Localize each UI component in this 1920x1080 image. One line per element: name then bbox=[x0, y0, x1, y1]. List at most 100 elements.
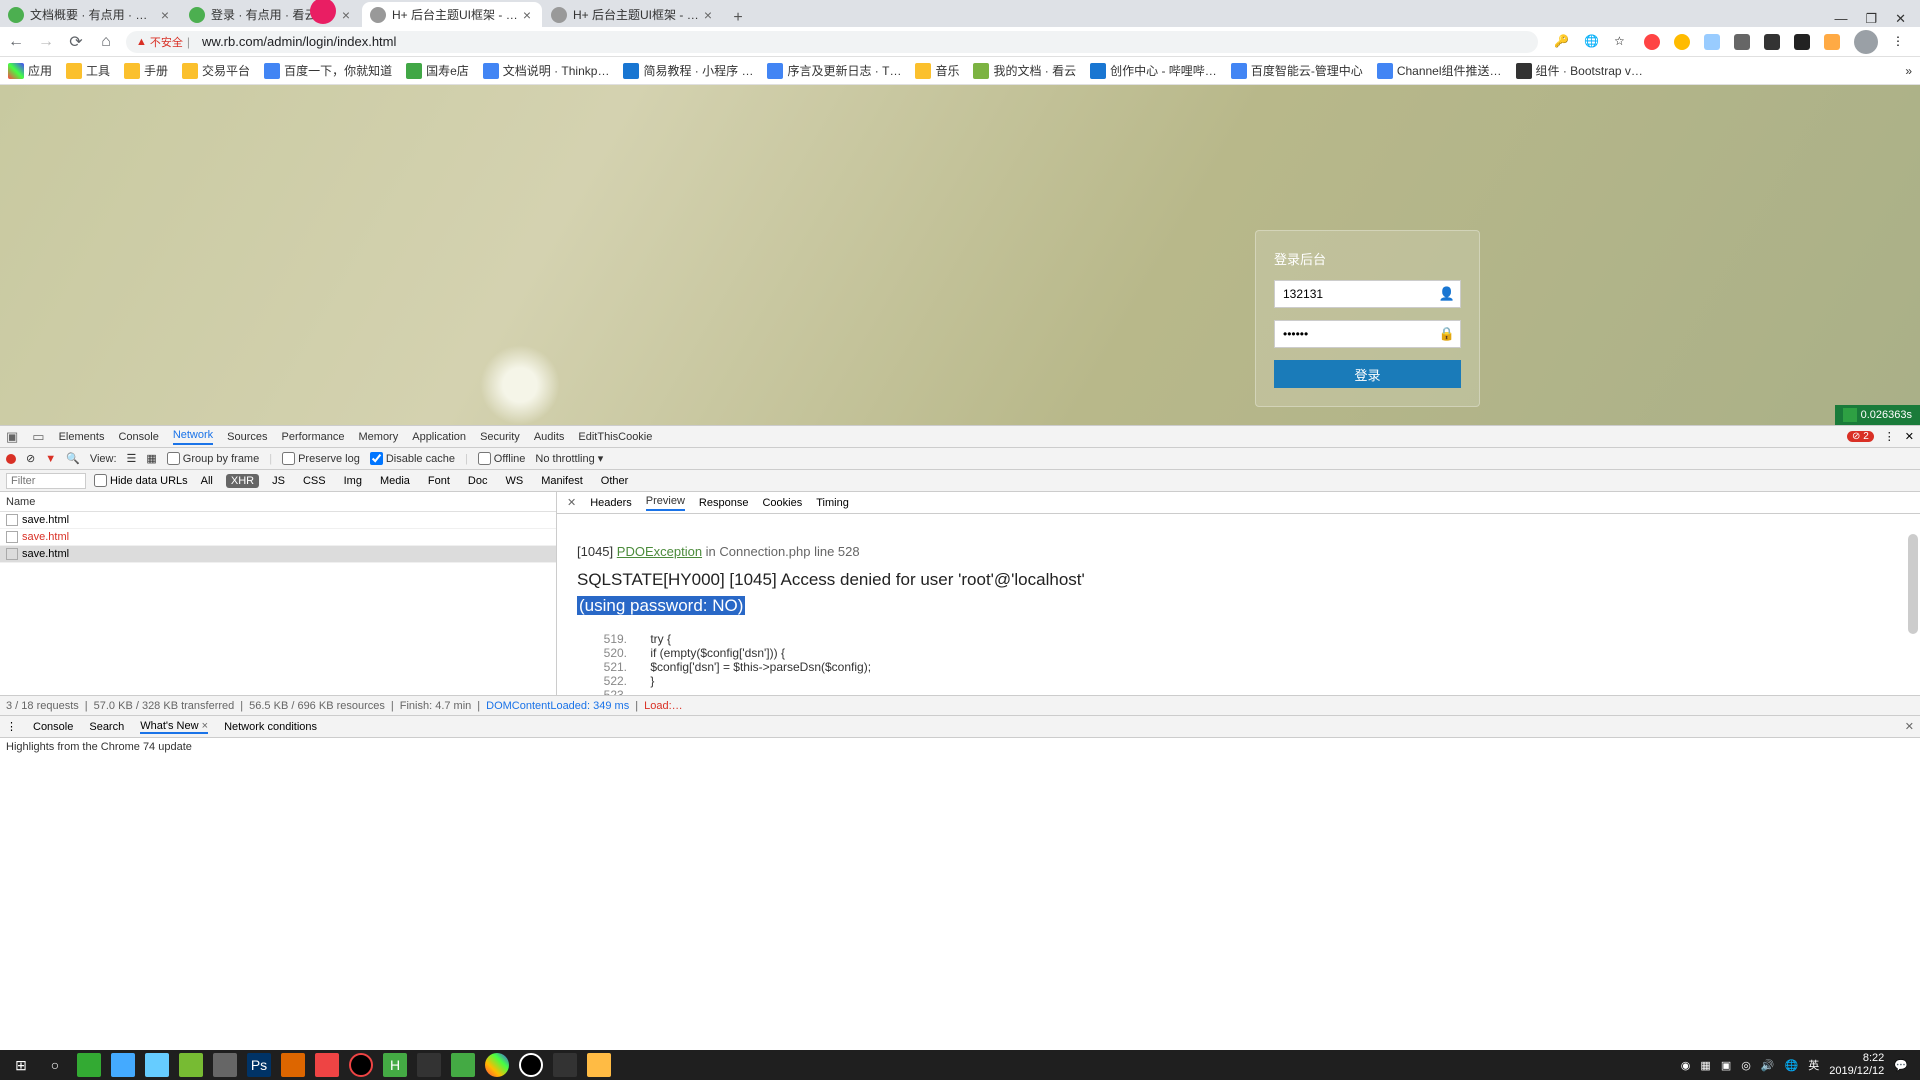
browser-tab-0[interactable]: 文档概要 · 有点用 · 看云× bbox=[0, 2, 180, 27]
close-icon[interactable]: × bbox=[701, 8, 715, 22]
ime-indicator[interactable]: 英 bbox=[1808, 1057, 1819, 1073]
filter-toggle-icon[interactable]: ▼ bbox=[45, 453, 56, 465]
taskbar-app-icon[interactable] bbox=[315, 1053, 339, 1077]
minimize-button[interactable]: — bbox=[1834, 11, 1847, 27]
drawer-menu-icon[interactable]: ⋮ bbox=[6, 720, 17, 733]
detail-tab-headers[interactable]: Headers bbox=[590, 497, 632, 509]
notification-icon[interactable]: 💬 bbox=[1894, 1059, 1908, 1072]
explorer-icon[interactable] bbox=[587, 1053, 611, 1077]
bookmark-item[interactable]: 音乐 bbox=[915, 62, 959, 79]
key-icon[interactable]: 🔑 bbox=[1554, 34, 1570, 50]
search-icon[interactable]: 🔍 bbox=[66, 452, 80, 465]
drawer-tab-console[interactable]: Console bbox=[33, 721, 73, 733]
filter-input[interactable] bbox=[6, 473, 86, 489]
devtools-tab-editthiscookie[interactable]: EditThisCookie bbox=[578, 431, 652, 443]
tray-wechat-icon[interactable]: ◎ bbox=[1741, 1059, 1751, 1072]
password-input[interactable] bbox=[1274, 320, 1461, 348]
insecure-badge[interactable]: ▲不安全 bbox=[136, 34, 183, 50]
filter-type-media[interactable]: Media bbox=[375, 474, 415, 488]
filter-type-doc[interactable]: Doc bbox=[463, 474, 493, 488]
bookmark-item[interactable]: 百度一下，你就知道 bbox=[264, 62, 392, 79]
detail-tab-timing[interactable]: Timing bbox=[816, 497, 849, 509]
devtools-tab-network[interactable]: Network bbox=[173, 429, 213, 445]
taskbar-app-icon[interactable] bbox=[281, 1053, 305, 1077]
bookmark-item[interactable]: 交易平台 bbox=[182, 62, 250, 79]
close-icon[interactable]: × bbox=[202, 720, 208, 732]
filter-type-other[interactable]: Other bbox=[596, 474, 634, 488]
preserve-log-checkbox[interactable]: Preserve log bbox=[282, 452, 360, 465]
request-row[interactable]: save.html bbox=[0, 546, 556, 563]
cortana-icon[interactable]: ○ bbox=[43, 1053, 67, 1077]
username-input[interactable] bbox=[1274, 280, 1461, 308]
reload-button[interactable]: ⟳ bbox=[66, 32, 86, 52]
view-screenshots-icon[interactable]: ▦ bbox=[146, 452, 156, 465]
filter-type-all[interactable]: All bbox=[196, 474, 218, 488]
detail-tab-cookies[interactable]: Cookies bbox=[762, 497, 802, 509]
filter-type-js[interactable]: JS bbox=[267, 474, 290, 488]
devtools-tab-application[interactable]: Application bbox=[412, 431, 466, 443]
drawer-tab-network-conditions[interactable]: Network conditions bbox=[224, 721, 317, 733]
close-window-button[interactable]: ✕ bbox=[1895, 11, 1906, 27]
ext3-icon[interactable] bbox=[1704, 34, 1720, 50]
close-icon[interactable]: × bbox=[520, 8, 534, 22]
devtools-tab-console[interactable]: Console bbox=[118, 431, 158, 443]
bookmarks-overflow-button[interactable]: » bbox=[1905, 64, 1912, 78]
bookmark-star-icon[interactable]: ☆ bbox=[1614, 34, 1630, 50]
filter-type-ws[interactable]: WS bbox=[500, 474, 528, 488]
tray-network-icon[interactable]: 🌐 bbox=[1785, 1059, 1799, 1072]
preview-pane[interactable]: [1045] PDOException in Connection.php li… bbox=[557, 514, 1920, 695]
filter-type-css[interactable]: CSS bbox=[298, 474, 331, 488]
wechat-icon[interactable] bbox=[451, 1053, 475, 1077]
bookmark-item[interactable]: 简易教程 · 小程序 … bbox=[623, 62, 753, 79]
bookmark-item[interactable]: 组件 · Bootstrap v… bbox=[1516, 62, 1643, 79]
taskbar-app-icon[interactable]: H bbox=[383, 1053, 407, 1077]
clear-button[interactable]: ⊘ bbox=[26, 452, 35, 465]
filter-type-font[interactable]: Font bbox=[423, 474, 455, 488]
taskbar-app-icon[interactable] bbox=[213, 1053, 237, 1077]
error-count-badge[interactable]: ⊘ 2 bbox=[1847, 431, 1874, 442]
taskbar-app-icon[interactable] bbox=[179, 1053, 203, 1077]
ext1-icon[interactable] bbox=[1644, 34, 1660, 50]
devtools-tab-elements[interactable]: Elements bbox=[59, 431, 105, 443]
browser-tab-2[interactable]: H+ 后台主题UI框架 - 登录× bbox=[362, 2, 542, 27]
ext4-icon[interactable] bbox=[1734, 34, 1750, 50]
ext6-icon[interactable] bbox=[1794, 34, 1810, 50]
group-by-frame-checkbox[interactable]: Group by frame bbox=[167, 452, 259, 465]
drawer-tab-whatsnew[interactable]: What's New × bbox=[140, 720, 208, 734]
url-input[interactable]: ▲不安全 | ww.rb.com/admin/login/index.html bbox=[126, 31, 1538, 53]
close-icon[interactable]: × bbox=[158, 8, 172, 22]
profile-avatar-icon[interactable] bbox=[1854, 30, 1878, 54]
browser-tab-3[interactable]: H+ 后台主题UI框架 - 登录× bbox=[543, 2, 723, 27]
start-button[interactable]: ⊞ bbox=[9, 1053, 33, 1077]
inspect-element-icon[interactable]: ▣ bbox=[6, 429, 18, 445]
bookmark-item[interactable]: 文档说明 · Thinkp… bbox=[483, 62, 610, 79]
tray-icon[interactable]: ▣ bbox=[1721, 1059, 1731, 1072]
detail-tab-response[interactable]: Response bbox=[699, 497, 749, 509]
sublime-icon[interactable] bbox=[417, 1053, 441, 1077]
devtools-tab-audits[interactable]: Audits bbox=[534, 431, 565, 443]
disable-cache-checkbox[interactable]: Disable cache bbox=[370, 452, 455, 465]
drawer-close-icon[interactable]: ✕ bbox=[1905, 720, 1914, 733]
record-icon[interactable] bbox=[349, 1053, 373, 1077]
performance-badge[interactable]: 0.026363s bbox=[1835, 405, 1920, 425]
bookmark-item[interactable]: 工具 bbox=[66, 62, 110, 79]
view-large-icon[interactable]: ☰ bbox=[127, 452, 137, 465]
tray-icon[interactable]: ◉ bbox=[1681, 1059, 1691, 1072]
bookmark-item[interactable]: 百度智能云-管理中心 bbox=[1231, 62, 1363, 79]
devtools-close-icon[interactable]: ✕ bbox=[1905, 430, 1914, 443]
bookmark-item[interactable]: 序言及更新日志 · T… bbox=[767, 62, 901, 79]
bookmark-item[interactable]: 国寿e店 bbox=[406, 62, 469, 79]
device-toggle-icon[interactable]: ▭ bbox=[32, 429, 44, 445]
ext7-icon[interactable] bbox=[1824, 34, 1840, 50]
close-details-icon[interactable]: ✕ bbox=[567, 496, 576, 509]
throttling-select[interactable]: No throttling ▾ bbox=[535, 452, 603, 465]
close-icon[interactable]: × bbox=[339, 8, 353, 22]
tray-volume-icon[interactable]: 🔊 bbox=[1761, 1059, 1775, 1072]
forward-button[interactable]: → bbox=[36, 33, 56, 51]
photoshop-icon[interactable]: Ps bbox=[247, 1053, 271, 1077]
ext5-icon[interactable] bbox=[1764, 34, 1780, 50]
home-button[interactable]: ⌂ bbox=[96, 33, 116, 51]
devtools-tab-sources[interactable]: Sources bbox=[227, 431, 267, 443]
request-row[interactable]: save.html bbox=[0, 529, 556, 546]
record-button[interactable] bbox=[6, 454, 16, 464]
